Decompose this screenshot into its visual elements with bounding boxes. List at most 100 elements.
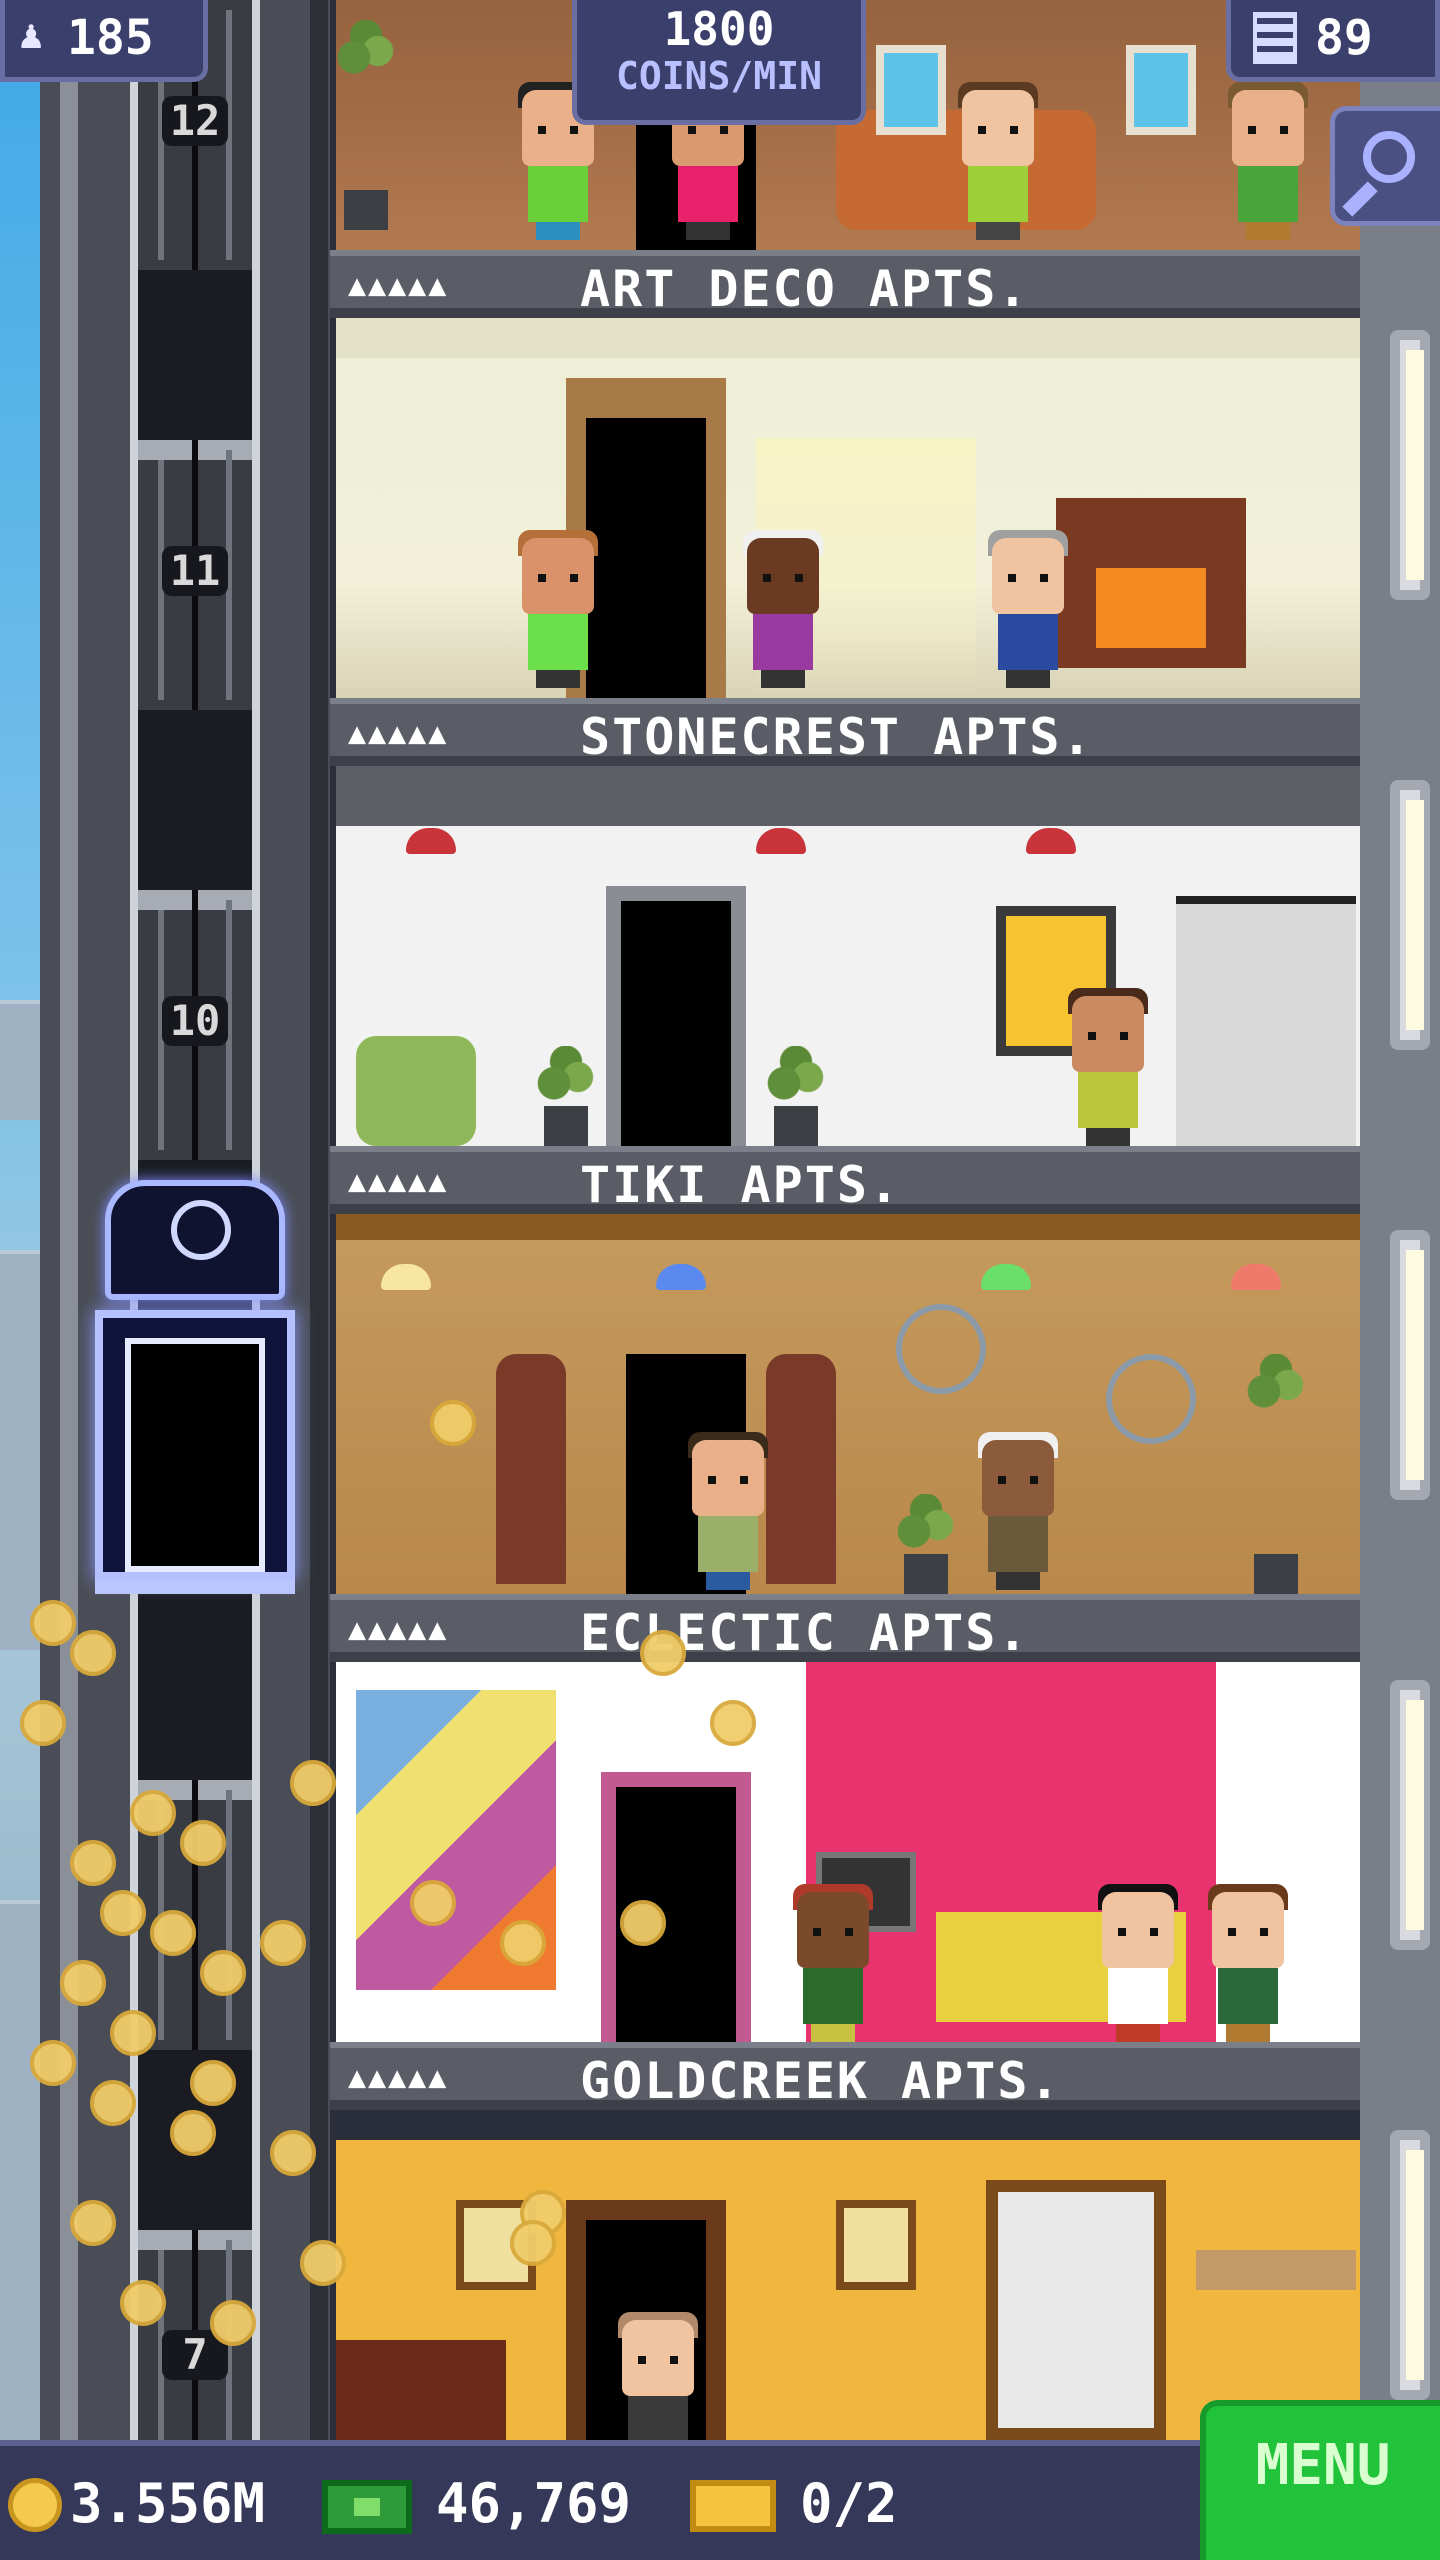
wall-portrait	[836, 2200, 916, 2290]
fire-icon	[1096, 568, 1206, 648]
tower-right-wall	[1360, 0, 1440, 2440]
floor-counter[interactable]: 89	[1226, 0, 1440, 82]
armchair-icon	[356, 1036, 476, 1146]
tower-bux-icon	[322, 2480, 412, 2534]
coin-icon[interactable]	[270, 2130, 316, 2176]
elevator-car[interactable]	[95, 1180, 295, 1600]
rating-stars: ▲▲▲▲▲	[348, 716, 449, 751]
floor-banner: ▲▲▲▲▲ ART DECO APTS.	[330, 250, 1360, 318]
search-button[interactable]	[1330, 106, 1440, 226]
coin-icon[interactable]	[90, 2080, 136, 2126]
floor-number-11: 11	[162, 546, 228, 596]
coin-icon	[8, 2478, 62, 2532]
window-pane	[1126, 45, 1196, 135]
floor-goldcreek[interactable]: ▲▲▲▲▲ GOLDCREEK APTS.	[330, 1662, 1360, 2110]
window-pane	[876, 45, 946, 135]
coin-icon[interactable]	[430, 1400, 476, 1446]
coin-icon[interactable]	[500, 1920, 546, 1966]
floors-icon	[1253, 12, 1297, 64]
coin-icon[interactable]	[620, 1900, 666, 1946]
floor-banner: ▲▲▲▲▲ ECLECTIC APTS.	[330, 1594, 1360, 1662]
floor-stonecrest[interactable]: ▲▲▲▲▲ STONECREST APTS.	[330, 318, 1360, 766]
population-counter[interactable]: ♟ 185	[0, 0, 208, 82]
coin-icon[interactable]	[20, 1700, 66, 1746]
coin-icon[interactable]	[70, 1840, 116, 1886]
ticket-icon	[690, 2480, 776, 2532]
menu-button[interactable]: MENU	[1200, 2400, 1440, 2560]
coin-icon[interactable]	[200, 1950, 246, 1996]
resident[interactable]	[1206, 1884, 1290, 2042]
resident[interactable]	[516, 530, 600, 688]
coin-icon[interactable]	[640, 1630, 686, 1676]
population-icon: ♟	[19, 12, 44, 58]
floor-name: STONECREST APTS.	[580, 708, 1094, 766]
coin-icon[interactable]	[170, 2110, 216, 2156]
room-doorway	[586, 418, 706, 698]
coin-icon[interactable]	[190, 2060, 236, 2106]
potted-plant-icon	[536, 1046, 596, 1146]
floor-name: GOLDCREEK APTS.	[580, 2052, 1062, 2110]
rating-stars: ▲▲▲▲▲	[348, 2060, 449, 2095]
room-doorway	[621, 901, 731, 1146]
tiki-statue-icon	[766, 1354, 836, 1584]
floor-name: ART DECO APTS.	[580, 260, 1030, 318]
ceiling-lamp-icon	[1026, 828, 1076, 854]
ceiling-lamp-icon	[981, 1264, 1031, 1290]
rating-stars: ▲▲▲▲▲	[348, 268, 449, 303]
resident[interactable]	[1066, 988, 1150, 1146]
coin-icon[interactable]	[70, 1630, 116, 1676]
population-value: 185	[67, 10, 154, 66]
coin-icon[interactable]	[110, 2010, 156, 2056]
coin-rate-value: 1800	[663, 2, 775, 56]
coin-rate-panel[interactable]: 1800 COINS/MIN	[572, 0, 866, 125]
coin-icon[interactable]	[510, 2220, 556, 2266]
bird-cage-icon	[896, 1304, 986, 1394]
floor-7[interactable]	[330, 2110, 1360, 2440]
elevator-crown-ornament	[105, 1180, 285, 1300]
tickets-value: 0/2	[800, 2472, 898, 2535]
ceiling-lamp-icon	[381, 1264, 431, 1290]
ceiling-lamp-icon	[756, 828, 806, 854]
resident[interactable]	[791, 1884, 875, 2042]
coin-icon[interactable]	[120, 2280, 166, 2326]
coin-icon[interactable]	[30, 1600, 76, 1646]
floor-tiki[interactable]: ▲▲▲▲▲ TIKI APTS.	[330, 766, 1360, 1214]
room-stonecrest	[336, 318, 1360, 698]
coin-icon[interactable]	[410, 1880, 456, 1926]
room-tiki	[336, 766, 1360, 1146]
coin-icon[interactable]	[30, 2040, 76, 2086]
coins-value: 3.556M	[70, 2472, 266, 2535]
exterior-window	[1390, 330, 1430, 600]
coin-icon[interactable]	[70, 2200, 116, 2246]
coin-icon[interactable]	[260, 1920, 306, 1966]
elevator-base	[95, 1580, 295, 1594]
coin-icon[interactable]	[130, 1790, 176, 1836]
floor-banner: ▲▲▲▲▲ TIKI APTS.	[330, 1146, 1360, 1214]
bookshelf	[1196, 2250, 1356, 2290]
coin-icon[interactable]	[100, 1890, 146, 1936]
coin-icon[interactable]	[150, 1910, 196, 1956]
room-eclectic	[336, 1214, 1360, 1594]
coin-icon[interactable]	[290, 1760, 336, 1806]
coin-icon[interactable]	[300, 2240, 346, 2286]
resident[interactable]	[986, 530, 1070, 688]
ceiling	[336, 318, 1360, 358]
resident[interactable]	[741, 530, 825, 688]
coin-icon[interactable]	[710, 1700, 756, 1746]
cabinet	[336, 2340, 506, 2440]
window-pane	[986, 2180, 1166, 2440]
exterior-window	[1390, 1230, 1430, 1500]
resident[interactable]	[616, 2312, 700, 2440]
shaft-rail	[60, 0, 78, 2560]
potted-plant-icon	[896, 1494, 956, 1594]
resident[interactable]	[1096, 1884, 1180, 2042]
resident[interactable]	[956, 82, 1040, 240]
resident[interactable]	[1226, 82, 1310, 240]
floor-banner: ▲▲▲▲▲ STONECREST APTS.	[330, 698, 1360, 766]
resident[interactable]	[976, 1432, 1060, 1590]
coin-icon[interactable]	[60, 1960, 106, 2006]
resident[interactable]	[686, 1432, 770, 1590]
coin-icon[interactable]	[210, 2300, 256, 2346]
coin-icon[interactable]	[180, 1820, 226, 1866]
floor-eclectic[interactable]: ▲▲▲▲▲ ECLECTIC APTS.	[330, 1214, 1360, 1662]
